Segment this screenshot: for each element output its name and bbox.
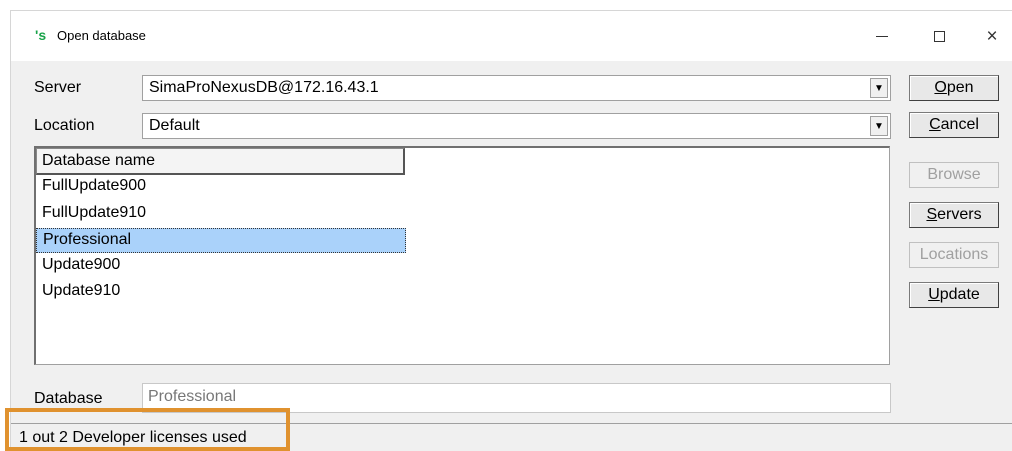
database-label: Database: [34, 390, 103, 407]
update-button[interactable]: Update: [909, 282, 999, 308]
maximize-icon: [933, 30, 945, 42]
location-dropdown[interactable]: Default ▼: [142, 113, 891, 139]
status-bar: 1 out 2 Developer licenses used: [11, 423, 1012, 451]
minimize-button[interactable]: [859, 11, 905, 61]
title-bar: 's Open database ×: [11, 11, 1012, 61]
list-item[interactable]: FullUpdate900: [36, 175, 406, 200]
chevron-down-icon[interactable]: ▼: [870, 116, 888, 136]
server-label: Server: [34, 79, 82, 96]
list-item[interactable]: FullUpdate910: [36, 202, 406, 227]
servers-button[interactable]: Servers: [909, 202, 999, 228]
server-dropdown[interactable]: SimaProNexusDB@172.16.43.1 ▼: [142, 75, 891, 101]
cancel-button[interactable]: Cancel: [909, 112, 999, 138]
simapro-app-icon: 's: [35, 27, 47, 43]
browse-button[interactable]: Browse: [909, 162, 999, 188]
license-status-text: 1 out 2 Developer licenses used: [19, 429, 247, 446]
maximize-button[interactable]: [916, 11, 962, 61]
column-header-database-name[interactable]: Database name: [36, 148, 405, 175]
chevron-down-icon[interactable]: ▼: [870, 78, 888, 98]
locations-button[interactable]: Locations: [909, 242, 999, 268]
location-label: Location: [34, 117, 95, 134]
open-button[interactable]: Open: [909, 75, 999, 101]
server-value: SimaProNexusDB@172.16.43.1: [149, 79, 379, 96]
close-icon: ×: [986, 25, 998, 47]
minimize-icon: [876, 35, 888, 37]
close-button[interactable]: ×: [969, 11, 1012, 61]
database-list[interactable]: Database name FullUpdate900 FullUpdate91…: [34, 146, 890, 365]
window-title: Open database: [57, 28, 146, 43]
list-item[interactable]: Update900: [36, 254, 406, 279]
open-database-dialog: 's Open database × Server SimaProNexusDB…: [10, 10, 1012, 451]
database-field[interactable]: Professional: [142, 383, 891, 413]
location-value: Default: [149, 117, 200, 134]
list-item-selected[interactable]: Professional: [36, 228, 406, 253]
list-item[interactable]: Update910: [36, 280, 406, 305]
